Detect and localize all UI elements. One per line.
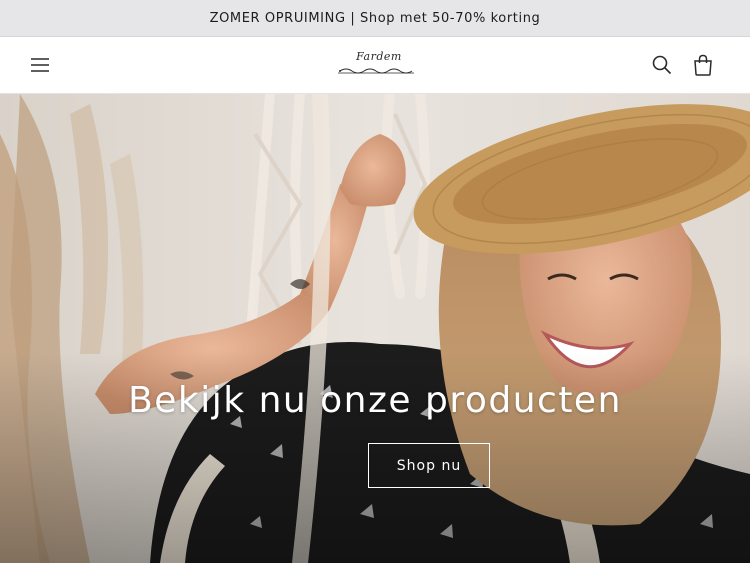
shopping-bag-icon [694, 54, 712, 76]
shop-now-button[interactable]: Shop nu [368, 443, 490, 488]
hero-image [0, 94, 750, 563]
site-header: Fardem [0, 37, 750, 94]
logo-text: Fardem [356, 50, 402, 63]
site-logo[interactable]: Fardem [334, 47, 418, 83]
hamburger-menu-icon [31, 58, 49, 72]
hero-banner: Bekijk nu onze producten Shop nu [0, 94, 750, 563]
search-icon [652, 55, 672, 75]
search-button[interactable] [646, 49, 678, 81]
announcement-text: ZOMER OPRUIMING | Shop met 50-70% kortin… [209, 10, 541, 26]
cart-button[interactable] [687, 49, 719, 81]
announcement-bar: ZOMER OPRUIMING | Shop met 50-70% kortin… [0, 0, 750, 37]
hero-heading: Bekijk nu onze producten [128, 380, 622, 421]
menu-button[interactable] [24, 49, 56, 81]
